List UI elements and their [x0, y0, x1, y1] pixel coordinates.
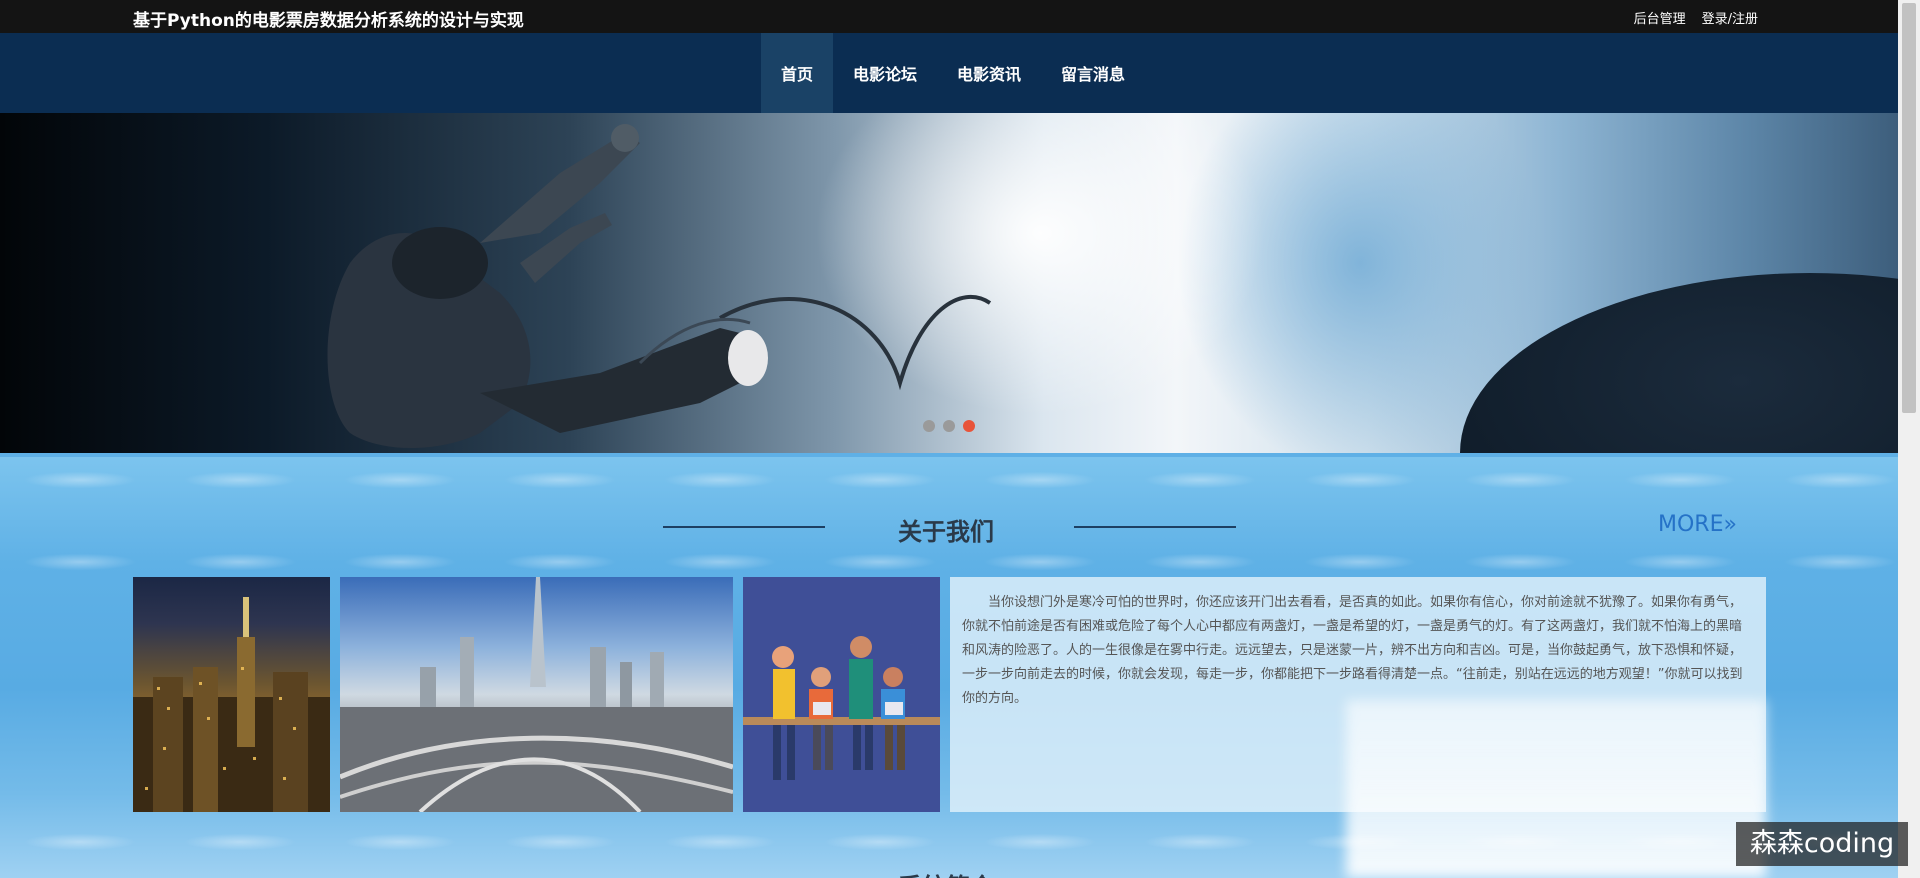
wave-decoration [0, 547, 1898, 577]
about-section: 关于我们 MORE» 当你设想门外是寒冷可怕的世界时，你还应该开门出去看看，是否… [0, 457, 1898, 878]
double-chevron-right-icon: » [1723, 512, 1737, 537]
dubai-skyline-photo [340, 577, 733, 812]
carousel-dot-active[interactable] [963, 420, 975, 432]
system-intro-title: 系统简介 [898, 867, 994, 878]
carousel-dots [923, 420, 975, 432]
about-heading: 关于我们 [663, 512, 1236, 546]
admin-link[interactable]: 后台管理 [1634, 8, 1686, 27]
city-skyline-graphic [133, 597, 330, 812]
scrollbar-thumb[interactable] [1902, 3, 1916, 413]
astronaut-illustration [327, 124, 992, 448]
nav-item-home[interactable]: 首页 [761, 33, 834, 113]
title-line-right [1074, 526, 1236, 528]
site-title: 基于Python的电影票房数据分析系统的设计与实现 [133, 11, 524, 31]
team-illustration [743, 577, 940, 812]
carousel-dot[interactable] [923, 420, 935, 432]
nav-item-messages[interactable]: 留言消息 [1041, 33, 1145, 113]
page-scrollbar[interactable] [1898, 0, 1920, 878]
nav-item-forum[interactable]: 电影论坛 [833, 33, 937, 113]
team-graphic [743, 636, 940, 780]
login-register-link[interactable]: 登录/注册 [1702, 8, 1758, 27]
more-link[interactable]: MORE» [1658, 512, 1737, 537]
city-night-photo [133, 577, 330, 812]
more-label: MORE [1658, 512, 1724, 537]
main-nav: 首页 电影论坛 电影资讯 留言消息 [0, 33, 1898, 113]
top-bar: 基于Python的电影票房数据分析系统的设计与实现 后台管理 登录/注册 [0, 0, 1898, 33]
nav-item-news[interactable]: 电影资讯 [937, 33, 1041, 113]
about-title: 关于我们 [898, 518, 994, 546]
light-glow [1346, 700, 1766, 878]
nav-items: 首页 电影论坛 电影资讯 留言消息 [761, 33, 1145, 113]
dubai-skyline-graphic [340, 577, 733, 812]
title-line-left [663, 526, 825, 528]
watermark: 森森coding [1736, 822, 1908, 866]
hero-banner[interactable] [0, 113, 1898, 453]
about-paragraph: 当你设想门外是寒冷可怕的世界时，你还应该开门出去看看，是否真的如此。如果你有信心… [962, 595, 1743, 706]
wave-decoration [0, 465, 1898, 495]
top-links: 后台管理 登录/注册 [1634, 8, 1758, 27]
carousel-dot[interactable] [943, 420, 955, 432]
